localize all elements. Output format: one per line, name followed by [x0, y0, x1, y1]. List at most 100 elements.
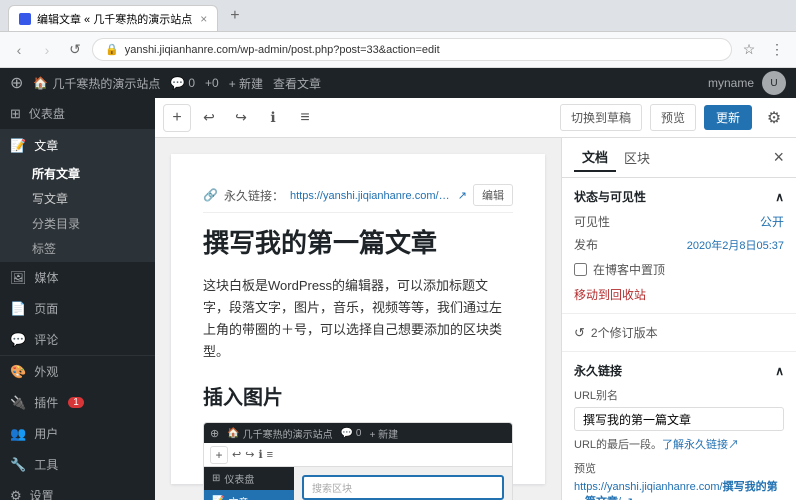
new-tab-button[interactable]: + [222, 3, 247, 29]
editor-toolbar: + ↩ ↪ ℹ ≡ 切换到草稿 预览 更新 ⚙ [155, 98, 796, 138]
plugins-badge: 1 [68, 397, 84, 408]
publish-row: 发布 2020年2月8日05:37 [574, 236, 784, 253]
inner-wp-icon: ⊕ [210, 427, 219, 440]
editor-area: 🔗 永久链接： https://yanshi.jiqianhanre.com/撰… [155, 138, 796, 500]
editor-settings-button[interactable]: ⚙ [760, 104, 788, 132]
new-post-button[interactable]: + 新建 [229, 75, 263, 92]
sidebar-item-pages[interactable]: 📄 页面 [0, 293, 155, 324]
preview-label: 预览 [574, 460, 784, 476]
dashboard-icon: ⊞ [10, 106, 21, 122]
forward-button[interactable]: › [36, 39, 58, 61]
permalink-chevron-icon: ∧ [775, 364, 784, 378]
editor-content-area: 🔗 永久链接： https://yanshi.jiqianhanre.com/撰… [171, 154, 545, 484]
url-slug-label: URL别名 [574, 387, 784, 403]
info-button[interactable]: ℹ [259, 104, 287, 132]
chevron-up-icon: ∧ [775, 190, 784, 204]
sidebar-item-settings[interactable]: ⚙ 设置 [0, 480, 155, 500]
close-tab-icon[interactable]: × [200, 12, 207, 26]
inner-sidebar-posts: 📝文章 [204, 490, 294, 500]
publish-label: 发布 [574, 236, 598, 253]
site-name-bar[interactable]: 🏠 几千寒热的演示站点 [33, 75, 160, 92]
inner-admin-site: 🏠 几千寒热的演示站点 [227, 426, 332, 441]
section-heading[interactable]: 插入图片 [203, 381, 513, 410]
editor-main: 🔗 永久链接： https://yanshi.jiqianhanre.com/撰… [155, 138, 561, 500]
wp-logo[interactable]: ⊕ [10, 73, 23, 93]
sidebar-subitem-write[interactable]: 写文章 [0, 186, 155, 211]
block-navigation-button[interactable]: ≡ [291, 104, 319, 132]
toggle-block-inserter-button[interactable]: + [163, 104, 191, 132]
preview-permalink-link[interactable]: https://yanshi.jiqianhanre.com/撰写我的第一篇文章… [574, 480, 784, 500]
link-icon: 🔗 [203, 188, 218, 202]
inner-sidebar-dashboard: ⊞仪表盘 [204, 467, 294, 490]
permalink-edit-button[interactable]: 编辑 [473, 184, 513, 206]
status-visibility-header[interactable]: 状态与可见性 ∧ [574, 188, 784, 205]
sidebar-item-users[interactable]: 👥 用户 [0, 418, 155, 449]
back-button[interactable]: ‹ [8, 39, 30, 61]
comments-count: 0 [188, 76, 195, 90]
tools-icon: 🔧 [10, 457, 26, 473]
visibility-value[interactable]: 公开 [760, 213, 784, 230]
publish-button[interactable]: 更新 [704, 105, 752, 130]
sidebar-item-tools[interactable]: 🔧 工具 [0, 449, 155, 480]
inner-add-block-btn: + [210, 446, 228, 464]
admin-username[interactable]: myname [708, 76, 754, 90]
inner-sidebar: ⊞仪表盘 📝文章 所有文章 写文章 分类目录 标签 [204, 467, 294, 500]
browser-menu-icon[interactable]: ⋮ [766, 39, 788, 61]
sidebar-item-appearance[interactable]: 🎨 外观 [0, 356, 155, 387]
url-slug-input[interactable] [574, 407, 784, 431]
tab-document[interactable]: 文档 [574, 143, 616, 172]
post-title[interactable]: 撰写我的第一篇文章 [203, 227, 513, 261]
view-post-link[interactable]: 查看文章 [273, 75, 321, 92]
sidebar-subitem-all-posts[interactable]: 所有文章 [0, 161, 155, 186]
preview-button[interactable]: 预览 [650, 104, 696, 131]
move-to-trash-link[interactable]: 移动到回收站 [574, 286, 784, 303]
sidebar-item-posts[interactable]: 📝 文章 [0, 130, 155, 161]
publish-date[interactable]: 2020年2月8日05:37 [687, 237, 784, 253]
sidebar-item-media[interactable]: 🖼 媒体 [0, 262, 155, 293]
permalink-section-header[interactable]: 永久链接 ∧ [574, 362, 784, 379]
sidebar-item-comments[interactable]: 💬 评论 [0, 324, 155, 355]
browser-chrome: 编辑文章 « 几千寒热的演示站点 × + [0, 0, 796, 32]
toolbar-right: 切换到草稿 预览 更新 ⚙ [560, 104, 788, 132]
inner-screenshot-container: ⊕ 🏠 几千寒热的演示站点 💬 0 + 新建 + ↩ ↪ ℹ ≡ [203, 422, 513, 500]
posts-icon: 📝 [10, 138, 26, 154]
redo-button[interactable]: ↪ [227, 104, 255, 132]
media-icon: 🖼 [10, 270, 27, 286]
pages-icon: 📄 [10, 301, 26, 317]
url-last-segment-info: URL的最后一段。了解永久链接↗ [574, 437, 784, 454]
tab-label: 编辑文章 « 几千寒热的演示站点 [37, 11, 192, 27]
address-bar[interactable]: 🔒 yanshi.jiqianhanre.com/wp-admin/post.p… [92, 38, 732, 61]
likes-bar-item[interactable]: +0 [205, 76, 219, 90]
tab-block[interactable]: 区块 [616, 144, 658, 171]
reload-button[interactable]: ↺ [64, 39, 86, 61]
inner-info-btn: ℹ [258, 448, 262, 461]
admin-avatar[interactable]: U [762, 71, 786, 95]
sidebar-item-plugins[interactable]: 🔌 插件 1 [0, 387, 155, 418]
switch-editor-button[interactable]: 切换到草稿 [560, 104, 642, 131]
wp-layout: ⊞ 仪表盘 📝 文章 所有文章 写文章 分类目录 标签 🖼 媒体 📄 页面 💬 … [0, 98, 796, 500]
comments-bar-item[interactable]: 💬 0 [170, 76, 195, 90]
sticky-checkbox[interactable] [574, 263, 587, 276]
sidebar-item-dashboard[interactable]: ⊞ 仪表盘 [0, 98, 155, 129]
sidebar-subitem-categories[interactable]: 分类目录 [0, 211, 155, 236]
undo-button[interactable]: ↩ [195, 104, 223, 132]
sidebar-subitem-tags[interactable]: 标签 [0, 236, 155, 261]
revisions-row[interactable]: ↺ 2个修订版本 [574, 324, 784, 341]
external-link-icon: ↗ [458, 189, 467, 202]
site-home-icon: 🏠 [33, 76, 48, 90]
appearance-icon: 🎨 [10, 364, 26, 380]
permalink-label: 永久链接： [224, 187, 284, 204]
likes-count: +0 [205, 76, 219, 90]
panel-close-button[interactable]: × [773, 147, 784, 168]
plugins-icon: 🔌 [10, 395, 26, 411]
sticky-checkbox-row: 在博客中置顶 [574, 261, 784, 278]
inner-main-area: 搜索区块 最常用 ∧ [294, 467, 512, 500]
bookmark-icon[interactable]: ☆ [738, 39, 760, 61]
tab-favicon [19, 13, 31, 25]
revisions-section: ↺ 2个修订版本 [562, 314, 796, 352]
permalink-url[interactable]: https://yanshi.jiqianhanre.com/撰写我的第一篇文章… [290, 187, 452, 203]
post-content[interactable]: 这块白板是WordPress的编辑器，可以添加标题文字，段落文字，图片，音乐，视… [203, 275, 513, 363]
revisions-icon: ↺ [574, 325, 585, 341]
permalink-learn-link[interactable]: 了解永久链接↗ [662, 439, 739, 451]
browser-tab[interactable]: 编辑文章 « 几千寒热的演示站点 × [8, 5, 218, 31]
